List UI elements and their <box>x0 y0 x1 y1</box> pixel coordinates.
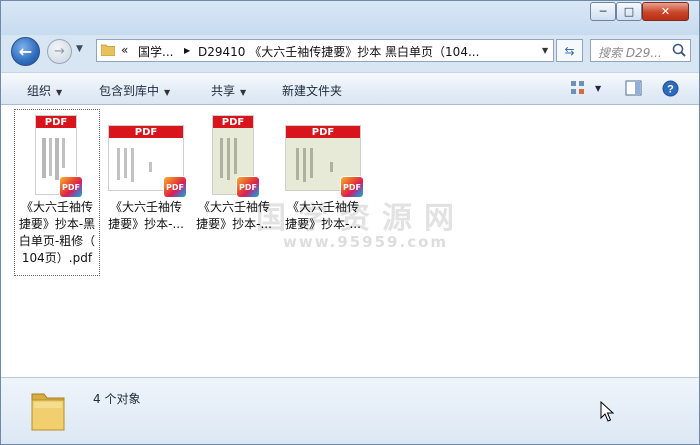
refresh-button[interactable]: ⇆ <box>556 39 583 62</box>
file-name-line: 捷要》抄本-... <box>108 217 184 231</box>
file-name-line: 《大六壬袖传 <box>20 200 93 214</box>
forward-button[interactable]: → <box>47 39 72 64</box>
pdf-badge-icon: PDF <box>60 177 82 197</box>
file-name-line: 捷要》抄本-... <box>196 217 272 231</box>
new-folder-button[interactable]: 新建文件夹 <box>282 82 342 99</box>
chevron-down-icon: ▼ <box>240 88 247 97</box>
search-input[interactable]: 搜索 D29... <box>590 39 691 62</box>
pdf-badge-icon: PDF <box>164 177 186 197</box>
file-name-line: 白单页-粗修（ <box>18 234 96 248</box>
file-name-line: 捷要》抄本-黑 <box>18 217 96 231</box>
page-text-column <box>55 138 59 180</box>
page-text-column <box>303 148 306 182</box>
share-menu[interactable]: 共享 ▼ <box>211 82 246 99</box>
share-label: 共享 <box>211 84 236 98</box>
breadcrumb-separator-icon[interactable]: ▶ <box>184 46 190 55</box>
file-item[interactable]: PDF PDF 《大六壬袖传 捷要》抄本-... <box>104 111 188 241</box>
view-dropdown-icon[interactable]: ▼ <box>595 84 601 93</box>
back-button[interactable]: ← <box>11 37 40 66</box>
mouse-cursor-icon <box>600 401 614 422</box>
arrow-left-icon: ← <box>18 42 33 61</box>
page-text-column <box>117 148 120 180</box>
minimize-button[interactable]: ─ <box>590 2 616 21</box>
page-text-column <box>310 148 313 178</box>
file-item[interactable]: PDF PDF 《大六壬袖传 捷要》抄本-... <box>281 111 365 241</box>
file-item[interactable]: PDF PDF 《大六壬袖传 捷要》抄本-黑 白单页-粗修（ 104页）.pdf <box>15 111 99 275</box>
breadcrumb-overflow[interactable]: « <box>121 43 128 57</box>
page-text-column <box>149 162 152 172</box>
breadcrumb-item-current[interactable]: D29410 《大六壬袖传捷要》抄本 黑白单页（104... <box>198 43 479 60</box>
command-bar: 组织 ▼ 包含到库中 ▼ 共享 ▼ 新建文件夹 ▼ ? <box>1 72 699 105</box>
file-name-line: 《大六壬袖传 <box>286 200 359 214</box>
organize-menu[interactable]: 组织 ▼ <box>27 82 62 99</box>
search-icon[interactable] <box>671 42 687 58</box>
pdf-badge-icon: PDF <box>341 177 363 197</box>
file-name-line: 捷要》抄本-... <box>285 217 361 231</box>
page-text-column <box>296 148 299 180</box>
file-name: 《大六壬袖传 捷要》抄本-黑 白单页-粗修（ 104页）.pdf <box>15 199 99 267</box>
organize-label: 组织 <box>27 84 52 98</box>
svg-text:?: ? <box>667 84 674 96</box>
navigation-bar: ← → ▼ « 国学... ▶ D29410 《大六壬袖传捷要》抄本 黑白单页（… <box>1 35 699 68</box>
page-text-column <box>62 138 65 168</box>
pdf-band: PDF <box>109 126 183 138</box>
chevron-down-icon: ▼ <box>56 88 63 97</box>
breadcrumb-item-guoxue[interactable]: 国学... <box>138 43 173 60</box>
page-text-column <box>42 138 46 178</box>
file-name: 《大六壬袖传 捷要》抄本-... <box>104 199 188 233</box>
history-dropdown-icon[interactable]: ▼ <box>76 44 83 54</box>
preview-pane-icon[interactable] <box>625 80 642 96</box>
pdf-band: PDF <box>286 126 360 138</box>
file-item[interactable]: PDF PDF 《大六壬袖传 捷要》抄本-... <box>192 111 276 241</box>
file-name: 《大六壬袖传 捷要》抄本-... <box>281 199 365 233</box>
file-name-line: 104页）.pdf <box>21 251 93 265</box>
page-text-column <box>234 138 237 174</box>
status-bar: 4 个对象 <box>1 377 699 444</box>
arrow-right-icon: → <box>54 44 65 59</box>
explorer-window: ─ □ ✕ ← → ▼ « 国学... ▶ D29410 《大六壬袖传捷要》抄本… <box>0 0 700 445</box>
address-dropdown-icon[interactable]: ▼ <box>542 46 548 55</box>
pdf-badge-icon: PDF <box>237 177 259 197</box>
page-text-column <box>131 148 134 182</box>
page-text-column <box>124 148 127 178</box>
chevron-down-icon: ▼ <box>164 88 171 97</box>
page-text-column <box>220 138 223 178</box>
maximize-button[interactable]: □ <box>616 2 642 21</box>
page-text-column <box>227 138 230 180</box>
refresh-icon: ⇆ <box>564 43 575 58</box>
file-list-area[interactable]: 国学资源网 www.95959.com PDF PDF 《大六壬袖传 捷要》抄本… <box>1 105 699 377</box>
include-library-menu[interactable]: 包含到库中 ▼ <box>99 82 170 99</box>
help-icon[interactable]: ? <box>662 80 679 97</box>
search-placeholder: 搜索 D29... <box>598 46 662 60</box>
page-text-column <box>49 138 52 176</box>
pdf-band: PDF <box>213 116 253 128</box>
view-options-icon[interactable] <box>570 80 586 96</box>
folder-icon <box>31 393 65 431</box>
address-bar[interactable]: « 国学... ▶ D29410 《大六壬袖传捷要》抄本 黑白单页（104...… <box>96 39 554 62</box>
include-library-label: 包含到库中 <box>99 84 160 98</box>
page-text-column <box>330 162 333 172</box>
folder-icon <box>101 44 115 56</box>
file-name-line: 《大六壬袖传 <box>109 200 182 214</box>
close-button[interactable]: ✕ <box>642 2 689 21</box>
pdf-band: PDF <box>36 116 76 128</box>
title-bar: ─ □ ✕ <box>1 1 699 35</box>
item-count: 4 个对象 <box>93 392 141 406</box>
file-name-line: 《大六壬袖传 <box>197 200 270 214</box>
file-name: 《大六壬袖传 捷要》抄本-... <box>192 199 276 233</box>
